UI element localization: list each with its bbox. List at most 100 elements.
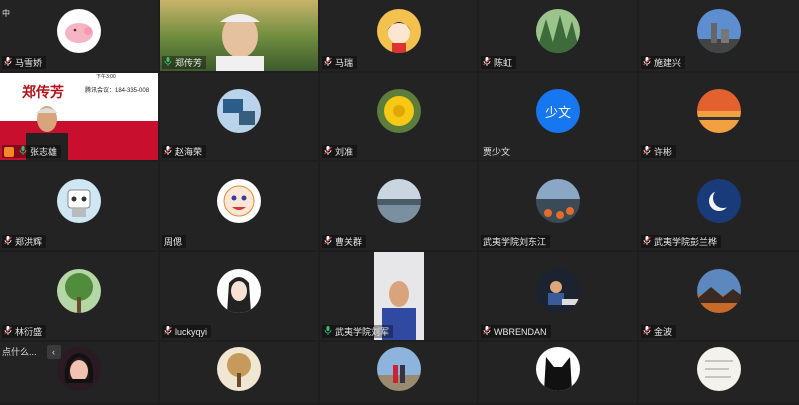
participant-name-label: 刘准 [322, 145, 358, 158]
participant-tile[interactable]: 武夷学院刘军 [320, 252, 477, 340]
participant-name-label: 林衍盛 [2, 325, 47, 338]
participant-name: 郑传芳 [175, 58, 203, 68]
avatar [697, 346, 741, 391]
avatar [376, 9, 421, 54]
participant-name-label: 金波 [641, 325, 677, 338]
mic-muted-icon [324, 146, 332, 157]
slide-title: 郑传芳 [22, 85, 64, 101]
participant-tile[interactable]: 曹关群 [320, 162, 477, 250]
mic-muted-icon [483, 326, 491, 337]
avatar [697, 89, 741, 134]
slide-meeting-id: 腾讯会议：184-335-008 [85, 88, 150, 94]
avatar [536, 178, 580, 223]
avatar [536, 268, 580, 313]
participant-tile[interactable]: WBRENDAN [479, 252, 637, 340]
participant-name: 陈虹 [494, 58, 513, 68]
participant-tile[interactable]: 施建兴 [639, 0, 799, 71]
participant-tile[interactable] [160, 342, 318, 403]
avatar [57, 268, 101, 313]
participant-name: 金波 [654, 327, 673, 337]
mic-muted-icon [4, 326, 12, 337]
mic-muted-icon [643, 57, 651, 68]
participant-tile[interactable]: 武夷学院刘东江 [479, 162, 637, 250]
avatar [217, 268, 261, 313]
participant-name: 贾少文 [483, 147, 511, 157]
mic-muted-icon [643, 326, 651, 337]
participant-name-label: 周偲 [162, 235, 187, 248]
participant-name-label: 张志雄 [2, 145, 62, 158]
participant-tile[interactable]: 林衍盛 [0, 252, 158, 340]
participant-name: 马雪娇 [15, 58, 43, 68]
chevron-left-icon[interactable]: ‹ [46, 344, 61, 359]
participant-name-label: 曹关群 [322, 235, 367, 248]
participant-tile[interactable] [479, 342, 637, 403]
mic-muted-icon [324, 57, 332, 68]
participant-name-label: 马瑞 [322, 56, 358, 69]
participant-name: 许彬 [654, 147, 673, 157]
mic-muted-icon [324, 236, 332, 247]
avatar [57, 346, 101, 391]
participant-tile[interactable] [639, 342, 799, 403]
slide-time: 下午3:00 [96, 74, 116, 80]
mic-muted-icon [4, 236, 12, 247]
participant-name: luckyqyi [175, 326, 208, 337]
participant-name-label: 郑洪辉 [2, 235, 47, 248]
participant-tile[interactable]: 郑传芳 下午3:00 腾讯会议：184-335-008 张志雄 [0, 73, 158, 160]
avatar: 少文 [536, 89, 580, 134]
avatar [536, 9, 580, 54]
participant-name: 赵海荣 [175, 147, 203, 157]
participant-name: 郑洪辉 [15, 237, 43, 247]
participant-name-label: 武夷学院刘东江 [481, 235, 551, 248]
participant-name: 张志雄 [30, 147, 58, 157]
avatar [376, 178, 421, 223]
participant-tile[interactable]: 许彬 [639, 73, 799, 160]
share-screen-icon [4, 146, 14, 157]
participant-name-label: 许彬 [641, 145, 677, 158]
participant-tile[interactable]: 赵海荣 [160, 73, 318, 160]
mic-muted-icon [643, 146, 651, 157]
participant-tile[interactable]: 陈虹 [479, 0, 637, 71]
participant-tile[interactable]: luckyqyi [160, 252, 318, 340]
avatar [57, 9, 101, 54]
mic-muted-icon [164, 146, 172, 157]
participant-name: 曹关群 [335, 237, 363, 247]
mic-muted-icon [164, 326, 172, 337]
participant-tile[interactable]: 金波 [639, 252, 799, 340]
participant-name-label: 郑传芳 [162, 56, 207, 69]
participant-tile[interactable]: 少文贾少文 [479, 73, 637, 160]
avatar [376, 89, 421, 134]
avatar [217, 89, 261, 134]
participant-tile[interactable]: 郑洪辉 [0, 162, 158, 250]
participant-tile[interactable]: 郑传芳 [160, 0, 318, 71]
participant-tile[interactable]: 周偲 [160, 162, 318, 250]
chat-hint: 点什么... [2, 347, 37, 357]
avatar [697, 268, 741, 313]
participant-tile[interactable] [320, 342, 477, 403]
avatar [57, 178, 101, 223]
avatar [376, 346, 421, 391]
participant-tile[interactable]: 武夷学院彭兰桦 [639, 162, 799, 250]
participant-tile[interactable]: 马雪娇 [0, 0, 158, 71]
avatar [217, 346, 261, 391]
mic-on-icon [164, 57, 172, 68]
participant-name: 马瑞 [335, 58, 354, 68]
participant-name: WBRENDAN [494, 326, 547, 337]
participant-name: 武夷学院彭兰桦 [654, 237, 718, 247]
participant-name: 刘准 [335, 147, 354, 157]
mic-muted-icon [483, 57, 491, 68]
participant-name-label: luckyqyi [162, 325, 212, 338]
avatar [697, 178, 741, 223]
participant-name: 施建兴 [654, 58, 682, 68]
mic-on-icon [324, 326, 332, 337]
participant-tile[interactable]: 马瑞 [320, 0, 477, 71]
mic-muted-icon [643, 236, 651, 247]
participant-name-label: 马雪娇 [2, 56, 47, 69]
avatar [536, 346, 580, 391]
participant-tile[interactable]: 刘准 [320, 73, 477, 160]
avatar [217, 178, 261, 223]
participant-name-label: 武夷学院刘军 [322, 325, 394, 338]
mic-on-icon [19, 146, 27, 157]
mic-muted-icon [4, 57, 12, 68]
chat-float-bar[interactable]: 点什么... ‹ [0, 343, 61, 360]
avatar [697, 9, 741, 54]
